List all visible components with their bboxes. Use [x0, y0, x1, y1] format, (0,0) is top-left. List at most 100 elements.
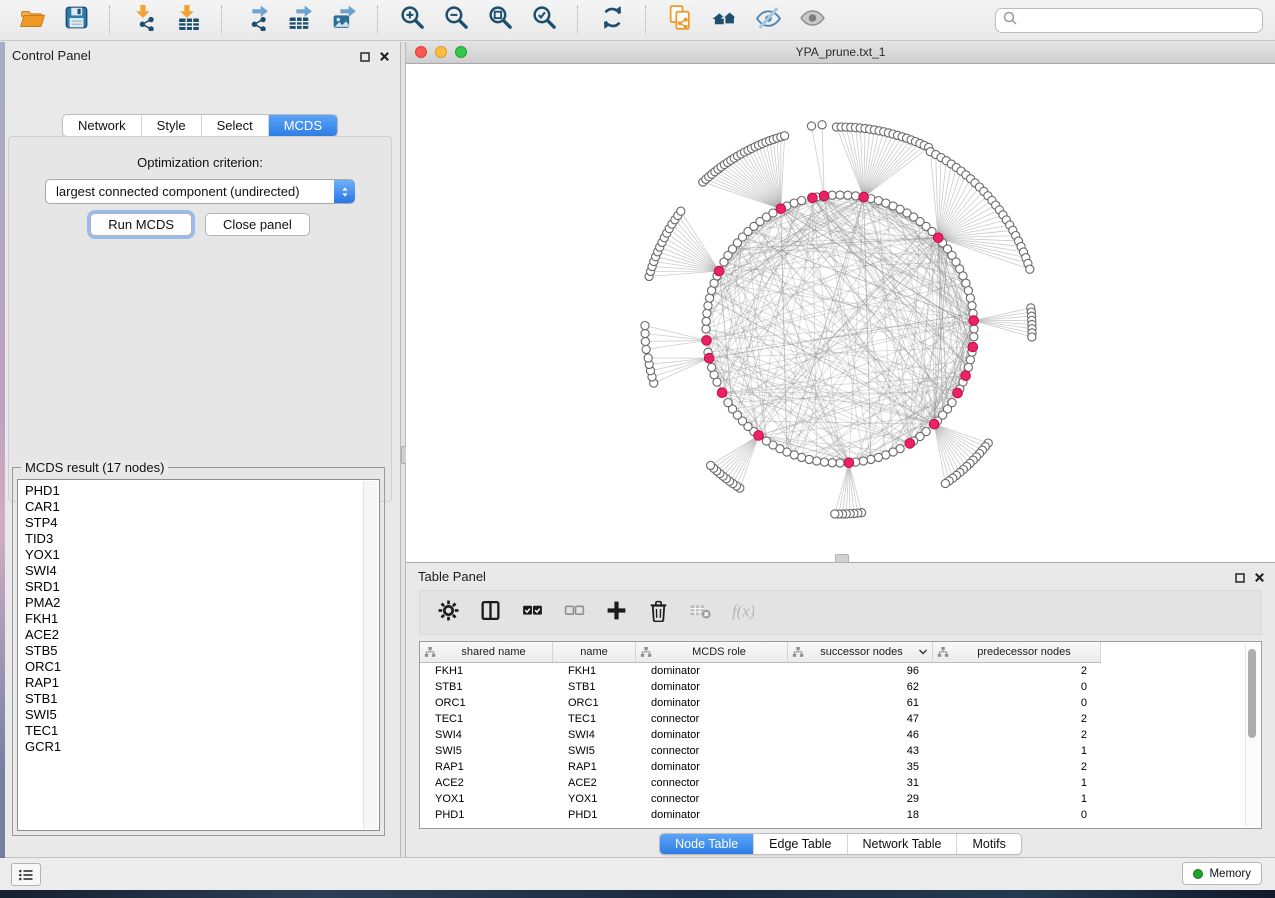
table-row[interactable]: ACE2ACE2connector311	[420, 775, 1261, 791]
mcds-result-item[interactable]: TID3	[25, 531, 363, 547]
column-header-successor-nodes[interactable]: successor nodes	[788, 642, 933, 662]
import-table-button[interactable]	[168, 3, 208, 37]
column-header-name[interactable]: name	[553, 642, 636, 662]
mcds-result-item[interactable]: CAR1	[25, 499, 363, 515]
hide-selected-icon	[755, 4, 782, 36]
tab-mcds[interactable]: MCDS	[269, 115, 337, 136]
show-all-button[interactable]	[792, 3, 832, 37]
import-network-button[interactable]	[124, 3, 164, 37]
cell-name: SWI5	[553, 745, 636, 757]
select-all-checkboxes-button[interactable]	[521, 599, 544, 627]
column-header-shared-name[interactable]: shared name	[420, 642, 553, 662]
table-row[interactable]: PHD1PHD1dominator180	[420, 807, 1261, 823]
mcds-result-item[interactable]: YOX1	[25, 547, 363, 563]
cell-shared-name: SWI4	[420, 729, 553, 741]
application-window: Control Panel NetworkStyleSelectMCDS Opt…	[0, 0, 1275, 890]
table-row[interactable]: STB1STB1dominator620	[420, 679, 1261, 695]
mcds-result-item[interactable]: SRD1	[25, 579, 363, 595]
table-row[interactable]: ORC1ORC1dominator610	[420, 695, 1261, 711]
mcds-result-item[interactable]: GCR1	[25, 739, 363, 755]
close-panel-button[interactable]: Close panel	[205, 213, 310, 236]
cell-name: STB1	[553, 681, 636, 693]
table-row[interactable]: SWI5SWI5connector431	[420, 743, 1261, 759]
function-builder-button: f(x)	[731, 599, 754, 627]
zoom-out-button[interactable]	[436, 3, 476, 37]
cell-shared-name: YOX1	[420, 793, 553, 805]
list-scrollbar[interactable]	[363, 481, 378, 829]
tab-style[interactable]: Style	[142, 115, 202, 136]
export-network-button[interactable]	[236, 3, 276, 37]
first-neighbors-button[interactable]	[704, 3, 744, 37]
export-table-button[interactable]	[280, 3, 320, 37]
cell-successor-nodes: 62	[788, 681, 933, 693]
save-session-button[interactable]	[56, 3, 96, 37]
deselect-all-checkboxes-button[interactable]	[563, 599, 586, 627]
refresh-layout-icon	[599, 4, 626, 36]
horizontal-splitter-grip[interactable]	[835, 554, 849, 563]
open-file-button[interactable]	[12, 3, 52, 37]
add-column-button[interactable]	[605, 599, 628, 627]
mcds-result-item[interactable]: TEC1	[25, 723, 363, 739]
mcds-result-list[interactable]: PHD1CAR1STP4TID3YOX1SWI4SRD1PMA2FKH1ACE2…	[17, 479, 380, 831]
float-table-panel-icon[interactable]	[1235, 570, 1245, 588]
refresh-layout-button[interactable]	[592, 3, 632, 37]
search-input[interactable]	[1022, 12, 1256, 28]
tab-select[interactable]: Select	[202, 115, 269, 136]
hide-selected-button[interactable]	[748, 3, 788, 37]
cell-shared-name: FKH1	[420, 665, 553, 677]
table-toolbar: f(x)	[419, 590, 1262, 635]
memory-button[interactable]: Memory	[1182, 862, 1262, 885]
toolbar-separator	[221, 6, 223, 34]
mcds-result-item[interactable]: PHD1	[25, 483, 363, 499]
table-row[interactable]: TEC1TEC1connector472	[420, 711, 1261, 727]
mcds-result-item[interactable]: STP4	[25, 515, 363, 531]
settings-gear-button[interactable]	[437, 599, 460, 627]
table-scrollbar[interactable]	[1245, 644, 1259, 826]
network-canvas[interactable]	[406, 63, 1275, 562]
network-titlebar[interactable]: YPA_prune.txt_1	[406, 42, 1275, 64]
delete-table-button	[689, 599, 712, 627]
zoom-fit-button[interactable]	[480, 3, 520, 37]
cell-predecessor-nodes: 2	[933, 713, 1101, 725]
table-row[interactable]: YOX1YOX1connector291	[420, 791, 1261, 807]
column-header-predecessor-nodes[interactable]: predecessor nodes	[933, 642, 1101, 662]
copy-network-button[interactable]	[660, 3, 700, 37]
table-scrollbar-thumb[interactable]	[1248, 649, 1256, 738]
zoom-in-button[interactable]	[392, 3, 432, 37]
optimization-criterion-select[interactable]: largest connected component (undirected)	[45, 179, 355, 204]
mcds-result-item[interactable]: SWI4	[25, 563, 363, 579]
mcds-result-item[interactable]: FKH1	[25, 611, 363, 627]
cell-predecessor-nodes: 2	[933, 665, 1101, 677]
memory-status-dot	[1193, 869, 1203, 879]
close-panel-icon[interactable]	[379, 49, 390, 67]
tab-network[interactable]: Network	[63, 115, 142, 136]
delete-column-button[interactable]	[647, 599, 670, 627]
task-history-button[interactable]	[11, 863, 41, 886]
run-mcds-button[interactable]: Run MCDS	[90, 213, 192, 236]
export-image-button[interactable]	[324, 3, 364, 37]
mcds-result-item[interactable]: ORC1	[25, 659, 363, 675]
mcds-result-item[interactable]: SWI5	[25, 707, 363, 723]
split-columns-button[interactable]	[479, 599, 502, 627]
search-box[interactable]	[995, 8, 1263, 33]
mcds-result-item[interactable]: STB5	[25, 643, 363, 659]
mcds-result-item[interactable]: RAP1	[25, 675, 363, 691]
desktop-wallpaper-edge	[0, 42, 5, 858]
tab-network-table[interactable]: Network Table	[848, 834, 958, 854]
mcds-result-item[interactable]: PMA2	[25, 595, 363, 611]
column-type-icon	[937, 646, 949, 658]
table-row[interactable]: RAP1RAP1dominator352	[420, 759, 1261, 775]
mcds-result-item[interactable]: ACE2	[25, 627, 363, 643]
tab-motifs[interactable]: Motifs	[957, 834, 1020, 854]
close-table-panel-icon[interactable]	[1254, 570, 1265, 588]
table-row[interactable]: SWI4SWI4dominator462	[420, 727, 1261, 743]
tab-node-table[interactable]: Node Table	[660, 834, 754, 854]
column-header-mcds-role[interactable]: MCDS role	[636, 642, 788, 662]
mcds-result-item[interactable]: STB1	[25, 691, 363, 707]
tab-edge-table[interactable]: Edge Table	[754, 834, 847, 854]
cell-predecessor-nodes: 1	[933, 793, 1101, 805]
table-row[interactable]: FKH1FKH1dominator962	[420, 663, 1261, 679]
selected-criterion-value: largest connected component (undirected)	[46, 184, 334, 199]
zoom-selected-button[interactable]	[524, 3, 564, 37]
float-panel-icon[interactable]	[360, 49, 370, 67]
